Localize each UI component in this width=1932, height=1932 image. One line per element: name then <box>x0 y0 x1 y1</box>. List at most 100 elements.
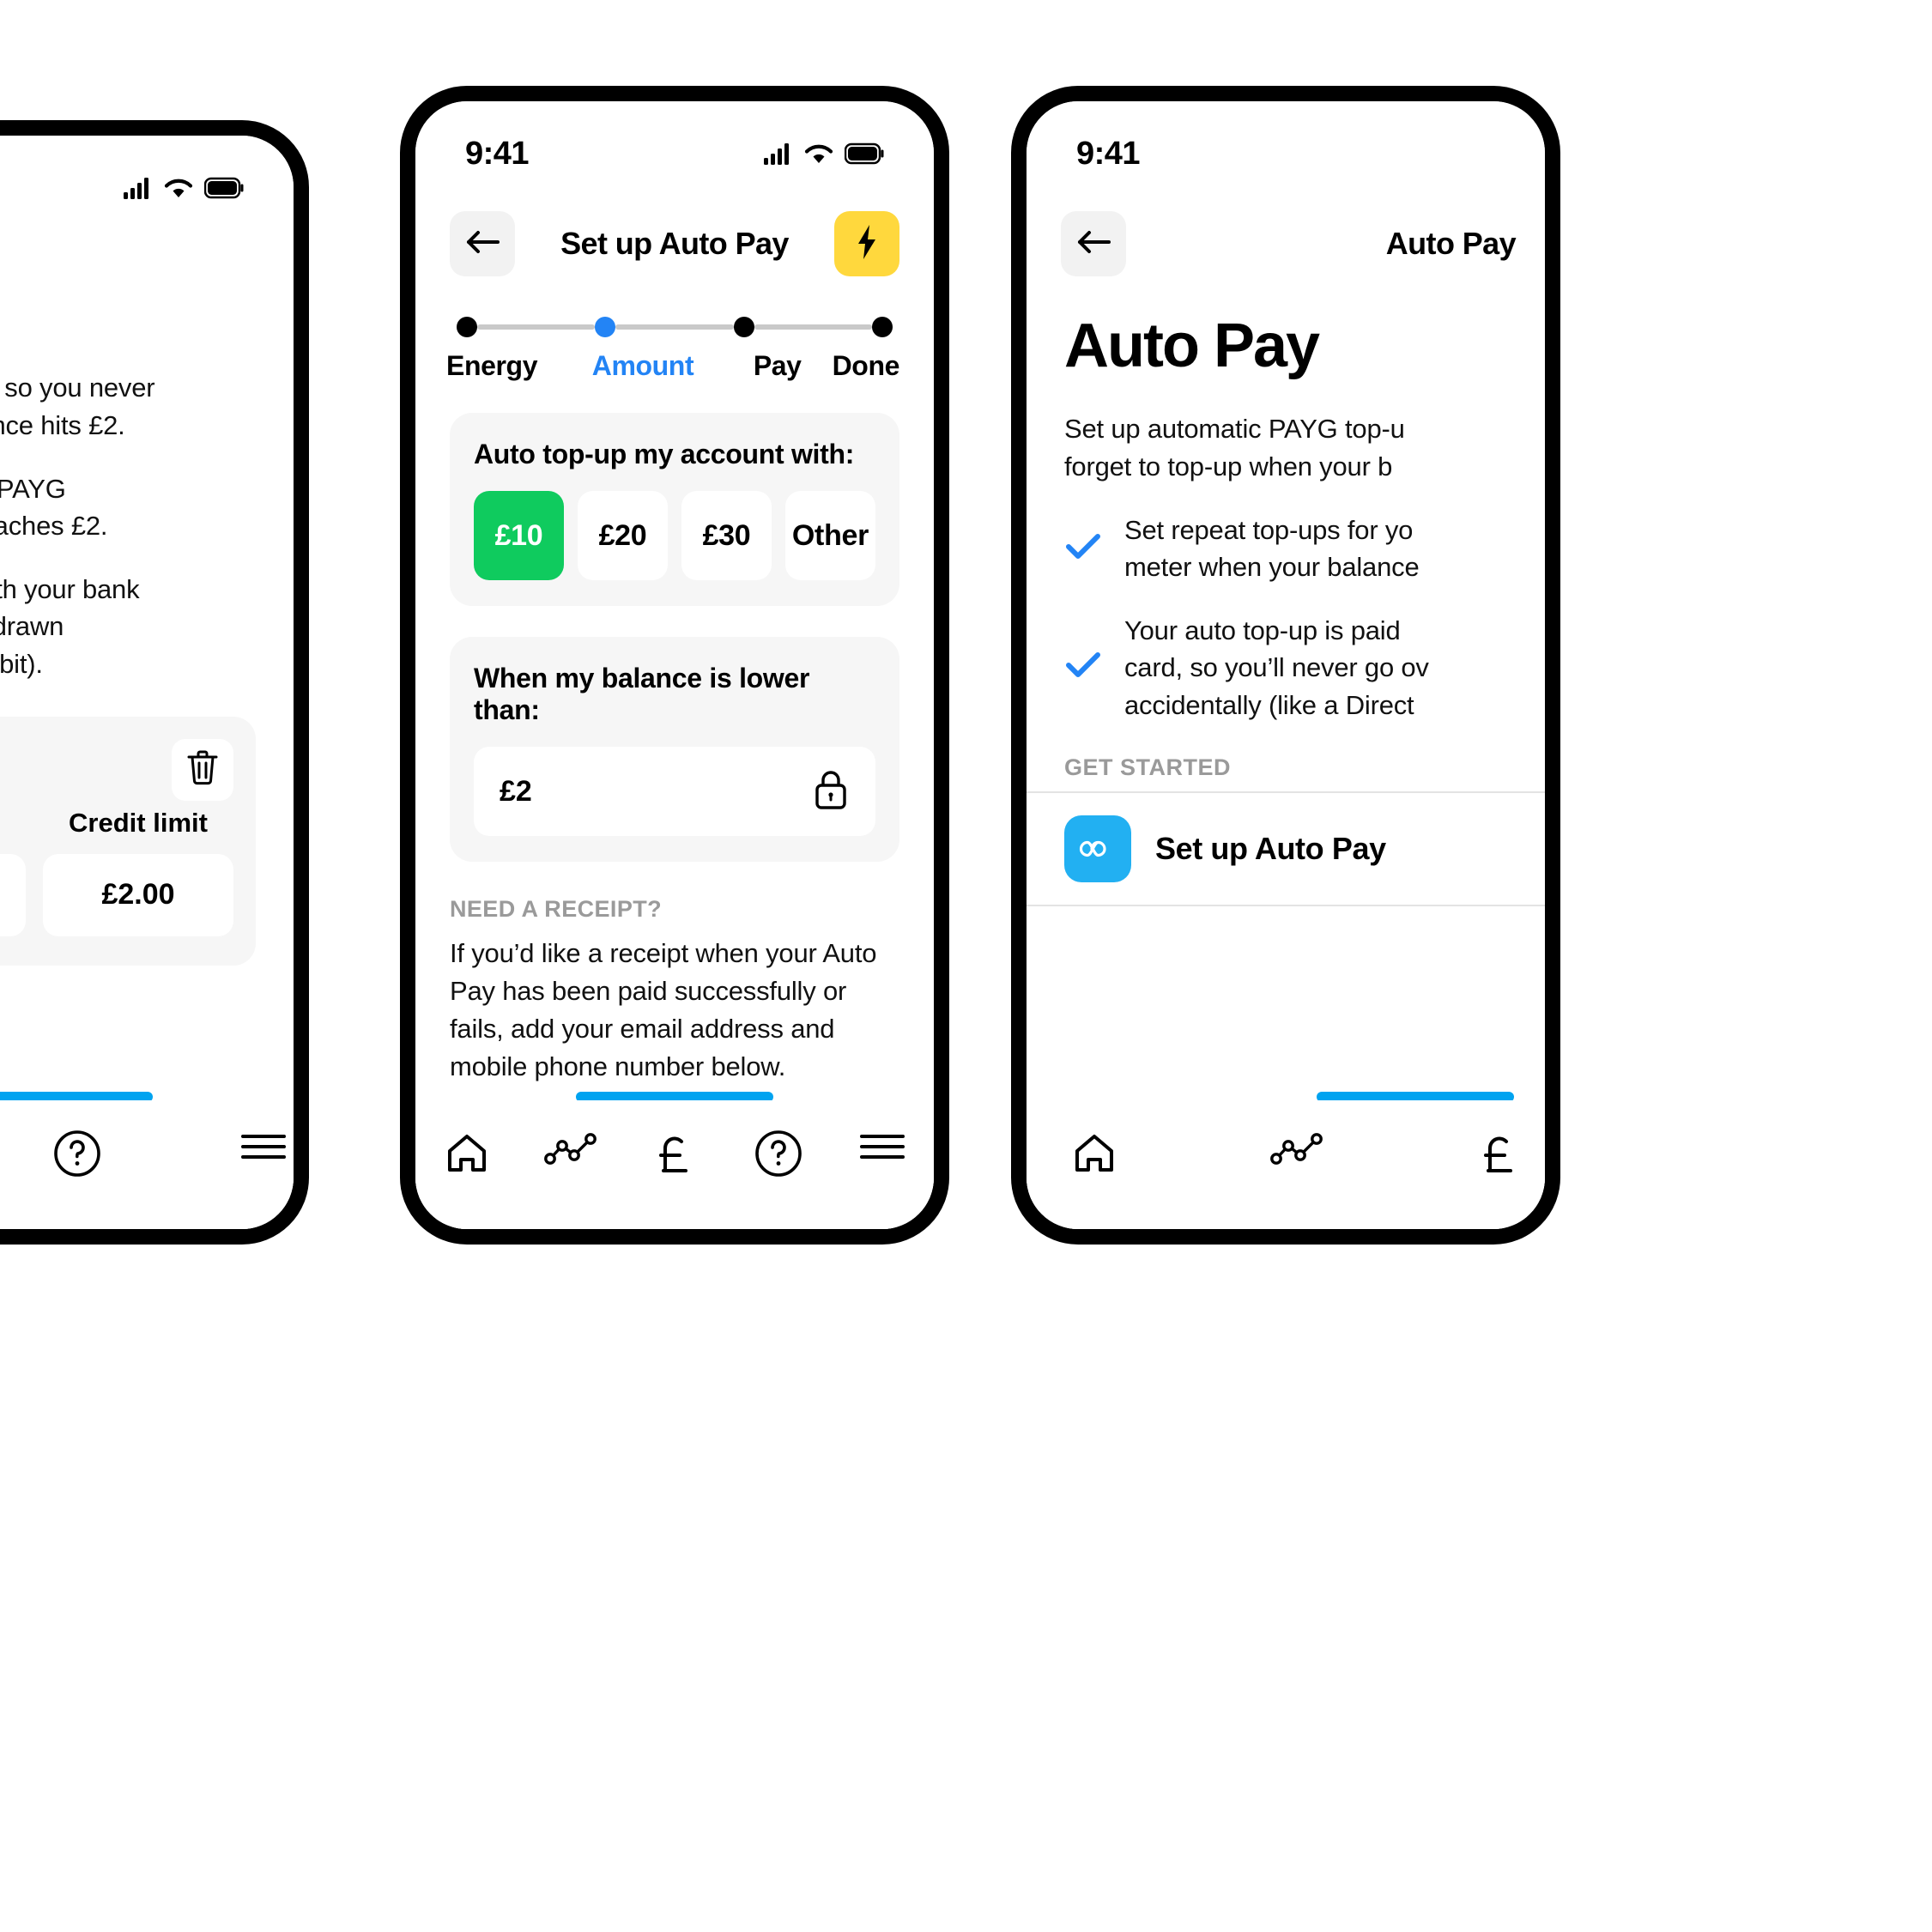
step-label-pay[interactable]: Pay <box>754 350 802 382</box>
benefit-text: Set repeat top-ups for yo meter when you… <box>1124 515 1420 583</box>
quick-action-button[interactable] <box>834 211 899 276</box>
bullet-list-left: op-ups for your PAYG your balance reache… <box>0 470 294 682</box>
trash-icon <box>185 748 220 790</box>
amount-option-10[interactable]: £10 <box>474 491 564 580</box>
benefit-text: Your auto top-up is paid card, so you’ll… <box>1124 615 1429 720</box>
intro-text-left: c PAYG top-ups so you never when your ba… <box>0 372 155 441</box>
step-dot-amount[interactable] <box>595 317 616 337</box>
setup-auto-pay-row[interactable]: Set up Auto Pay <box>1027 790 1545 906</box>
hamburger-menu-icon <box>858 1130 906 1168</box>
balance-threshold-card: When my balance is lower than: £2 <box>450 637 899 862</box>
wifi-icon <box>804 142 833 165</box>
list-item: Your auto top-up is paid card, so you’ll… <box>1064 612 1507 724</box>
tab-menu[interactable] <box>835 1130 930 1168</box>
credit-limit-value[interactable]: £2.00 <box>43 853 233 936</box>
credit-limit-card-header <box>0 738 233 801</box>
delete-button[interactable] <box>172 738 233 801</box>
amount-options: £10 £20 £30 Other <box>474 491 875 580</box>
phone-left: . Auto Pay c PAYG top-ups so you <box>0 120 309 1245</box>
list-item: op-ups for your PAYG your balance reache… <box>0 470 256 545</box>
auto-topup-title: Auto top-up my account with: <box>474 439 855 469</box>
amount-option-other[interactable]: Other <box>785 491 875 580</box>
amount-option-30[interactable]: £30 <box>681 491 772 580</box>
cellular-signal-icon <box>764 142 793 165</box>
home-icon <box>1070 1130 1118 1182</box>
status-bar-center: 9:41 <box>415 101 934 184</box>
setup-auto-pay-label: Set up Auto Pay <box>1155 830 1386 866</box>
step-connector <box>477 324 596 330</box>
credit-limit-fields: . Credit limit £2.00 <box>0 808 233 936</box>
back-arrow-icon <box>463 227 501 261</box>
credit-limit-col: Credit limit £2.00 <box>43 808 233 936</box>
tab-help[interactable] <box>731 1130 826 1182</box>
battery-icon <box>845 142 884 165</box>
credit-limit-label: Credit limit <box>69 807 208 838</box>
hamburger-menu-icon <box>239 1130 288 1168</box>
question-circle-icon <box>754 1130 802 1182</box>
tab-payments[interactable] <box>1454 1130 1545 1184</box>
tab-help[interactable] <box>47 1130 108 1182</box>
page-heading-right: Auto Pay <box>1064 312 1320 380</box>
step-dot-done[interactable] <box>871 317 893 337</box>
credit-limit-col-hidden: . <box>0 808 26 936</box>
pound-sterling-icon <box>652 1130 697 1184</box>
back-button[interactable] <box>450 211 515 276</box>
step-connector <box>754 324 872 330</box>
stepper-dots <box>450 316 899 338</box>
screen-center: 9:41 Set up Auto Pay Energy Amount Pay D… <box>415 101 934 1229</box>
step-dot-energy[interactable] <box>457 317 477 337</box>
tab-usage[interactable] <box>1251 1130 1342 1172</box>
balance-threshold-field[interactable]: £2 <box>474 747 875 836</box>
lock-icon <box>812 768 850 815</box>
tab-bar-left <box>0 1100 294 1229</box>
question-circle-icon <box>53 1130 101 1182</box>
tab-payments[interactable] <box>627 1130 722 1184</box>
receipt-body: If you’d like a receipt when your Auto P… <box>450 938 877 1082</box>
status-bar-left: . <box>0 136 294 218</box>
usage-graph-icon <box>542 1130 599 1172</box>
status-indicators <box>764 142 884 165</box>
list-item: Set repeat top-ups for yo meter when you… <box>1064 512 1507 586</box>
status-time: 9:41 <box>465 135 530 172</box>
step-label-amount[interactable]: Amount <box>532 350 754 382</box>
wifi-icon <box>164 177 193 199</box>
status-time: 9:41 <box>1076 135 1141 172</box>
battery-icon <box>204 177 244 199</box>
nav-title-left: Auto Pay <box>0 260 294 296</box>
stepper-labels: Energy Amount Pay Done <box>446 350 900 382</box>
nav-bar-center: Set up Auto Pay <box>415 184 934 280</box>
tab-home[interactable] <box>1049 1130 1140 1182</box>
lightning-bolt-icon <box>854 223 880 265</box>
back-arrow-icon <box>1075 227 1112 261</box>
check-icon <box>1064 651 1102 684</box>
step-dot-pay[interactable] <box>733 317 754 337</box>
balance-threshold-value: £2 <box>500 774 532 808</box>
screen-right: 9:41 Auto Pay Auto Pay Set up automatic … <box>1027 101 1545 1229</box>
balance-threshold-title: When my balance is lower than: <box>474 663 810 725</box>
phone-right: 9:41 Auto Pay Auto Pay Set up automatic … <box>1011 86 1560 1245</box>
tab-home[interactable] <box>420 1130 514 1182</box>
benefit-list: Set repeat top-ups for yo meter when you… <box>1027 512 1545 724</box>
step-label-done[interactable]: Done <box>833 350 900 382</box>
step-label-energy[interactable]: Energy <box>446 350 537 382</box>
usage-graph-icon <box>1269 1130 1325 1172</box>
nav-bar-left: Auto Pay <box>0 218 294 314</box>
back-button[interactable] <box>1061 211 1126 276</box>
amount-option-20[interactable]: £20 <box>578 491 668 580</box>
tab-usage[interactable] <box>524 1130 618 1172</box>
tab-menu[interactable] <box>233 1130 294 1168</box>
tab-bar-right <box>1027 1100 1545 1229</box>
auto-topup-amount-card: Auto top-up my account with: £10 £20 £30… <box>450 413 899 606</box>
cellular-signal-icon <box>124 177 153 199</box>
nav-bar-right: Auto Pay <box>1027 184 1545 280</box>
list-item: op-up is paid with your bank ll never go… <box>0 571 256 682</box>
status-bar-right: 9:41 <box>1027 101 1545 184</box>
screen-left: . Auto Pay c PAYG top-ups so you <box>0 136 294 1229</box>
check-icon <box>1064 532 1102 566</box>
tab-bar-center <box>415 1100 934 1229</box>
infinity-icon <box>1064 815 1131 882</box>
three-phone-showcase: . Auto Pay c PAYG top-ups so you <box>0 0 1932 1932</box>
credit-limit-card: . Credit limit £2.00 <box>0 716 256 966</box>
progress-stepper: Energy Amount Pay Done <box>415 280 934 382</box>
receipt-eyebrow: NEED A RECEIPT? <box>450 896 663 922</box>
